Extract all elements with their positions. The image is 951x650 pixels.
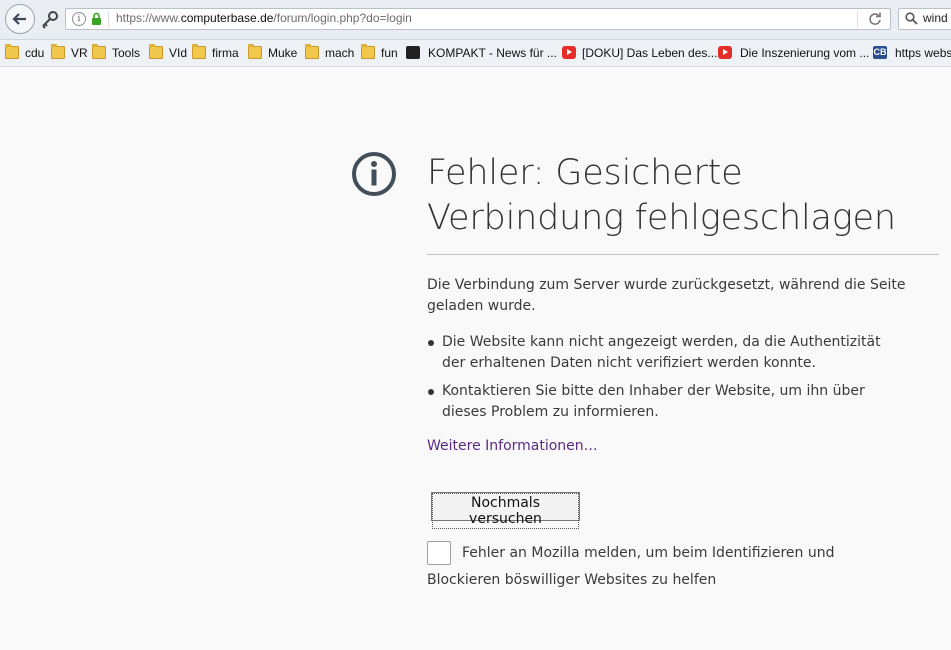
search-icon [905,12,918,25]
bookmark-label: firma [212,46,239,60]
search-bar[interactable]: wind [898,8,951,30]
more-info-link[interactable]: Weitere Informationen… [427,438,598,454]
folder-icon [361,44,375,59]
retry-button-label: Nochmals versuchen [432,493,579,529]
error-bullet-list: Die Website kann nicht angezeigt werden,… [427,332,907,430]
folder-icon [5,44,19,59]
list-item: Die Website kann nicht angezeigt werden,… [427,332,907,374]
computerbase-icon: CB [873,46,887,59]
report-label: Fehler an Mozilla melden, um beim Identi… [427,545,835,588]
url-path: /forum/login.php?do=login [273,11,412,25]
bookmark-label: Muke [268,46,298,60]
folder-icon [305,44,319,59]
page-title: Fehler: Gesicherte Verbindung fehlgeschl… [427,153,896,238]
back-button[interactable] [5,4,35,34]
url-bar[interactable]: i https://www.computerbase.de/forum/logi… [65,8,891,30]
bookmark-label: VId [169,46,188,60]
folder-icon [92,44,106,59]
bookmark-label: cdu [25,46,45,60]
bookmark-label: https webs [895,46,951,60]
bookmark-label: KOMPAKT - News für ... [428,46,557,60]
info-icon [352,152,396,196]
navigation-toolbar: i https://www.computerbase.de/forum/logi… [0,0,951,40]
youtube-icon [562,46,576,59]
youtube-icon [718,46,732,59]
bullet-text: Die Website kann nicht angezeigt werden,… [442,334,881,371]
bookmarks-toolbar: cdu VR Tools VId firma Muke mach fun KOM… [0,40,951,67]
bookmark-label: Die Inszenierung vom ... [740,46,870,60]
url-text[interactable]: https://www.computerbase.de/forum/login.… [116,11,412,25]
bullet-dot [428,340,434,346]
folder-icon [149,44,163,59]
list-item: Kontaktieren Sie bitte den Inhaber der W… [427,381,907,423]
error-page: Fehler: Gesicherte Verbindung fehlgeschl… [0,67,951,650]
lock-icon[interactable] [91,12,102,26]
folder-icon [192,44,206,59]
identity-key-icon[interactable] [36,9,64,31]
bullet-dot [428,389,434,395]
bookmark-label: fun [381,46,398,60]
url-domain: computerbase.de [180,11,274,25]
url-prefix: https://www. [116,11,181,25]
bookmark-label: Tools [112,46,141,60]
title-divider [427,254,939,255]
url-separator [108,11,109,27]
site-info-icon[interactable]: i [72,12,86,26]
bookmark-label: [DOKU] Das Leben des... [582,46,718,60]
bullet-text: Kontaktieren Sie bitte den Inhaber der W… [442,383,865,420]
folder-icon [248,44,262,59]
error-description: Die Verbindung zum Server wurde zurückge… [427,277,906,314]
search-input[interactable]: wind [923,11,948,25]
reload-separator [857,11,858,27]
folder-icon [51,44,65,59]
bookmark-label: VR [71,46,88,60]
kompakt-icon [406,46,420,59]
retry-button[interactable]: Nochmals versuchen [431,492,580,529]
bookmark-label: mach [325,46,355,60]
back-arrow-icon [12,13,26,25]
reload-icon[interactable] [868,12,882,26]
